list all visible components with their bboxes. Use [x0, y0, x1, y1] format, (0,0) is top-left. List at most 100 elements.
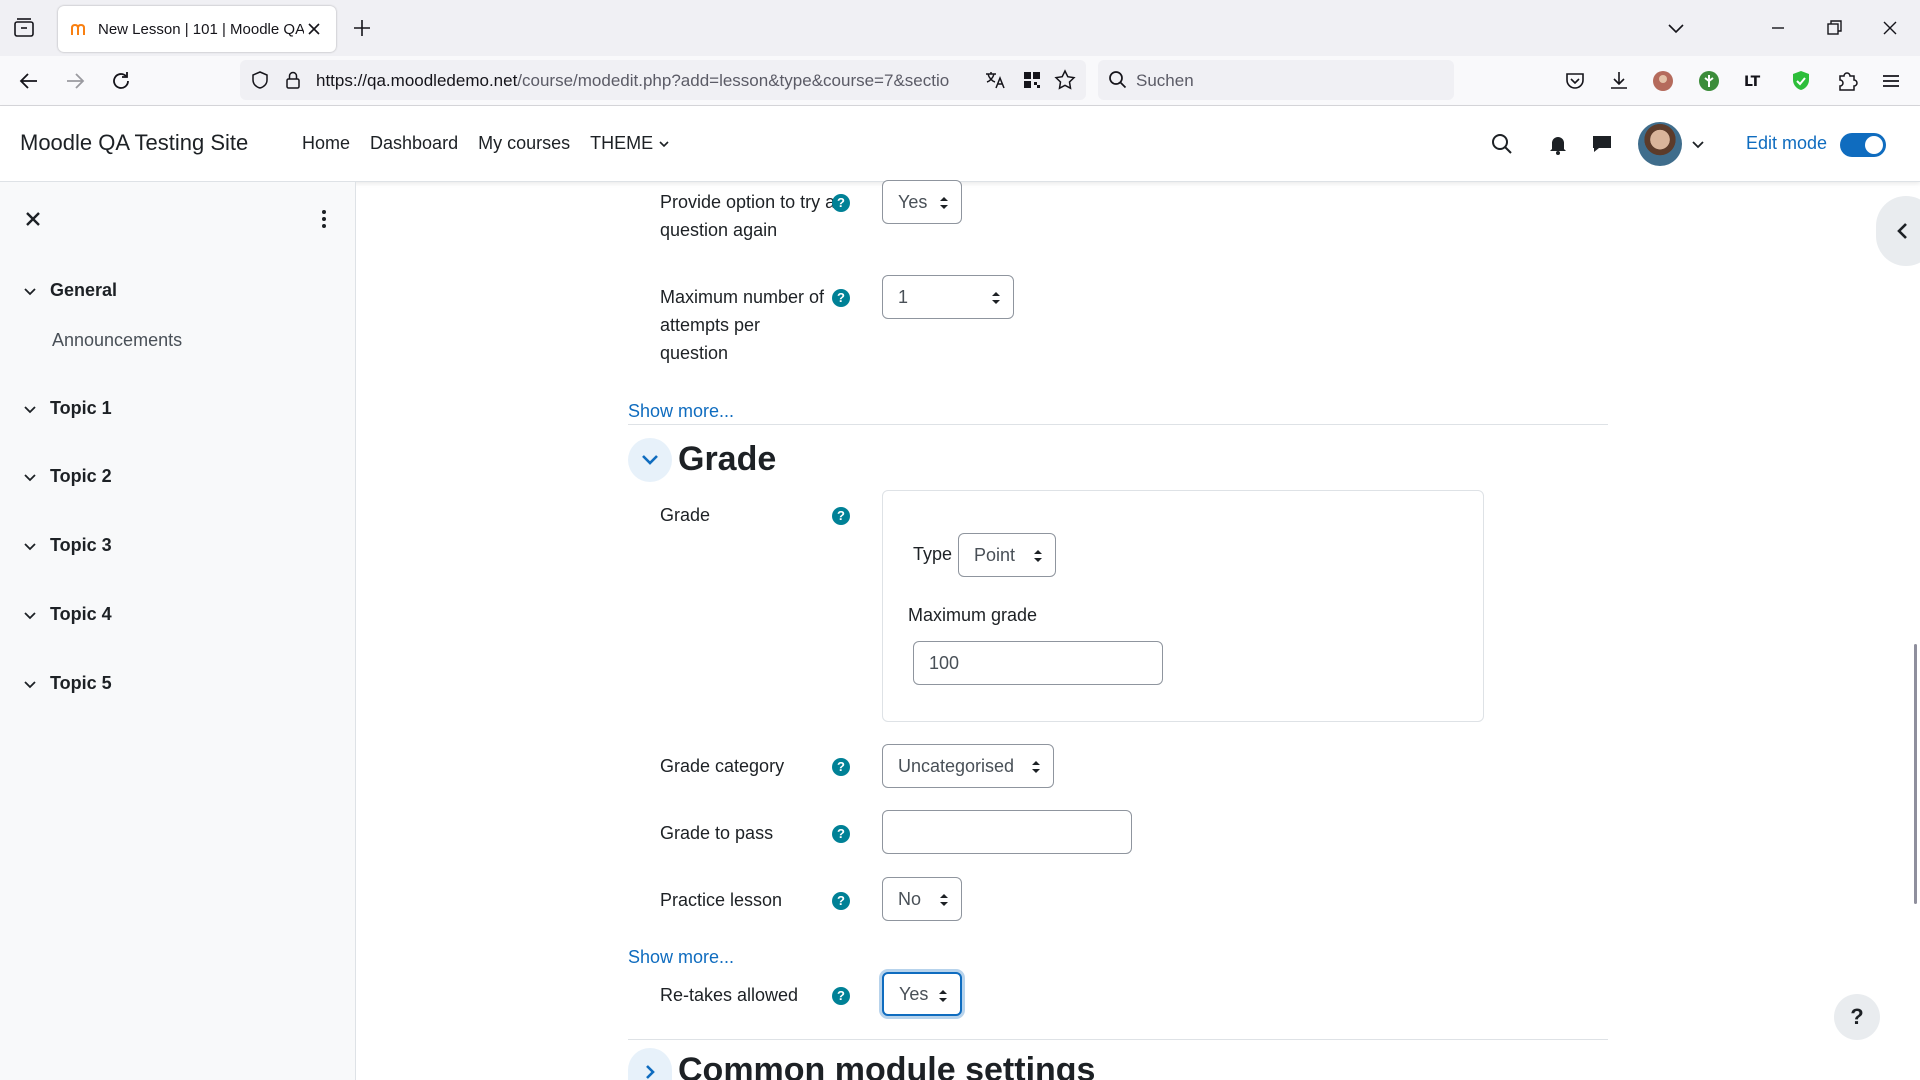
moodle-header: Moodle QA Testing Site Home Dashboard My…: [0, 106, 1920, 182]
list-all-tabs-icon[interactable]: [12, 16, 36, 40]
grade-fieldset: Type Point Maximum grade 100: [882, 490, 1484, 722]
select-caret-icon: [1032, 761, 1040, 773]
footer-help-button[interactable]: ?: [1834, 994, 1880, 1040]
grade-section-toggle[interactable]: [628, 438, 672, 482]
help-retakes-icon[interactable]: ?: [832, 987, 850, 1005]
bookmark-star-icon[interactable]: [1054, 69, 1076, 91]
course-index-section-topic-4[interactable]: Topic 4: [22, 604, 112, 625]
nav-dashboard[interactable]: Dashboard: [370, 133, 458, 154]
help-try-again-icon[interactable]: ?: [832, 194, 850, 212]
help-grade-to-pass-icon[interactable]: ?: [832, 825, 850, 843]
downloads-icon[interactable]: [1606, 68, 1632, 94]
chevron-down-icon: [24, 287, 36, 295]
user-avatar[interactable]: [1638, 122, 1682, 166]
retakes-select[interactable]: Yes: [882, 972, 962, 1016]
course-index-section-topic-1[interactable]: Topic 1: [22, 398, 112, 419]
practice-lesson-label: Practice lesson: [660, 890, 783, 910]
page-scrollbar[interactable]: [1914, 644, 1917, 904]
try-again-select[interactable]: Yes: [882, 180, 962, 224]
help-grade-category-icon[interactable]: ?: [832, 758, 850, 776]
new-tab-icon[interactable]: [350, 16, 374, 40]
show-more-link-grade[interactable]: Show more...: [628, 947, 734, 968]
retakes-label: Re-takes allowed: [660, 985, 799, 1005]
course-index-section-topic-3[interactable]: Topic 3: [22, 535, 112, 556]
select-caret-icon: [939, 990, 947, 1002]
section-label: Topic 3: [50, 535, 112, 555]
practice-lesson-value: No: [898, 888, 922, 909]
section-divider: [628, 1039, 1608, 1040]
minimize-window-icon[interactable]: [1764, 14, 1792, 42]
back-arrow-icon[interactable]: [16, 68, 42, 94]
chevron-down-icon: [24, 542, 36, 550]
select-caret-icon: [992, 292, 1000, 304]
nav-theme[interactable]: THEME: [590, 133, 671, 154]
edit-mode-toggle[interactable]: [1840, 133, 1886, 157]
chevron-left-icon: [1897, 223, 1907, 239]
languagetool-icon[interactable]: LT: [1742, 68, 1768, 94]
profile-extension-icon[interactable]: [1650, 68, 1676, 94]
select-caret-icon: [940, 197, 948, 209]
qr-code-icon[interactable]: [1022, 70, 1042, 90]
retakes-value: Yes: [899, 983, 929, 1004]
extension-green-icon[interactable]: [1696, 68, 1722, 94]
forward-arrow-icon[interactable]: [62, 68, 88, 94]
url-text: https://qa.moodledemo.net/course/modedit…: [316, 71, 950, 90]
app-menu-icon[interactable]: [1878, 68, 1904, 94]
search-bar[interactable]: Suchen: [1098, 60, 1454, 100]
user-menu-chevron-icon[interactable]: [1690, 136, 1706, 152]
select-caret-icon: [940, 894, 948, 906]
help-practice-lesson-icon[interactable]: ?: [832, 892, 850, 910]
restore-window-icon[interactable]: [1820, 14, 1848, 42]
grade-category-select[interactable]: Uncategorised: [882, 744, 1054, 788]
common-settings-title: Common module settings: [678, 1051, 1096, 1080]
extensions-puzzle-icon[interactable]: [1834, 68, 1860, 94]
grade-category-label: Grade category: [660, 756, 785, 776]
translate-icon[interactable]: [984, 70, 1006, 90]
search-icon: [1109, 71, 1127, 89]
tab-overflow-chevron-icon[interactable]: [1662, 14, 1690, 42]
chevron-down-icon: [24, 680, 36, 688]
site-name[interactable]: Moodle QA Testing Site: [20, 130, 248, 156]
course-index-section-topic-2[interactable]: Topic 2: [22, 466, 112, 487]
max-attempts-select[interactable]: 1: [882, 275, 1014, 319]
practice-lesson-select[interactable]: No: [882, 877, 962, 921]
close-tab-icon[interactable]: [304, 19, 324, 39]
kebab-menu-icon[interactable]: [314, 208, 334, 230]
max-grade-input[interactable]: 100: [913, 641, 1163, 685]
chevron-down-icon: [24, 405, 36, 413]
help-grade-icon[interactable]: ?: [832, 507, 850, 525]
messages-icon[interactable]: [1590, 132, 1614, 156]
lock-icon[interactable]: [284, 70, 302, 90]
select-caret-icon: [1034, 550, 1042, 562]
close-window-icon[interactable]: [1876, 14, 1904, 42]
help-max-attempts-icon[interactable]: ?: [832, 289, 850, 307]
nav-home[interactable]: Home: [302, 133, 350, 154]
common-settings-toggle[interactable]: [628, 1048, 672, 1080]
browser-tab-bar: New Lesson | 101 | Moodle QA: [0, 0, 1920, 56]
notifications-bell-icon[interactable]: [1546, 132, 1570, 156]
grade-section-title: Grade: [678, 440, 777, 478]
svg-text:LT: LT: [1744, 74, 1761, 90]
open-block-drawer-button[interactable]: [1876, 196, 1920, 266]
tracking-shield-icon[interactable]: [250, 70, 270, 90]
primary-navigation: Home Dashboard My courses THEME: [302, 133, 671, 154]
max-attempts-value: 1: [898, 286, 909, 307]
course-index-item-announcements[interactable]: Announcements: [52, 330, 182, 351]
course-index-section-topic-5[interactable]: Topic 5: [22, 673, 112, 694]
pocket-icon[interactable]: [1562, 68, 1588, 94]
browser-navigation-bar: https://qa.moodledemo.net/course/modedit…: [0, 56, 1920, 106]
shield-check-icon[interactable]: [1788, 68, 1814, 94]
reload-icon[interactable]: [108, 68, 134, 94]
course-index-section-general[interactable]: General: [22, 280, 117, 301]
nav-my-courses[interactable]: My courses: [478, 133, 570, 154]
chevron-down-icon: [659, 140, 669, 147]
chevron-down-icon: [642, 455, 658, 465]
close-drawer-icon[interactable]: [22, 208, 44, 230]
grade-type-select[interactable]: Point: [958, 533, 1056, 577]
show-more-link-flow[interactable]: Show more...: [628, 401, 734, 422]
browser-tab-active[interactable]: New Lesson | 101 | Moodle QA: [58, 6, 336, 52]
search-icon[interactable]: [1490, 132, 1514, 156]
address-bar[interactable]: https://qa.moodledemo.net/course/modedit…: [240, 60, 1086, 100]
section-label: Topic 4: [50, 604, 112, 624]
grade-to-pass-input[interactable]: [882, 810, 1132, 854]
